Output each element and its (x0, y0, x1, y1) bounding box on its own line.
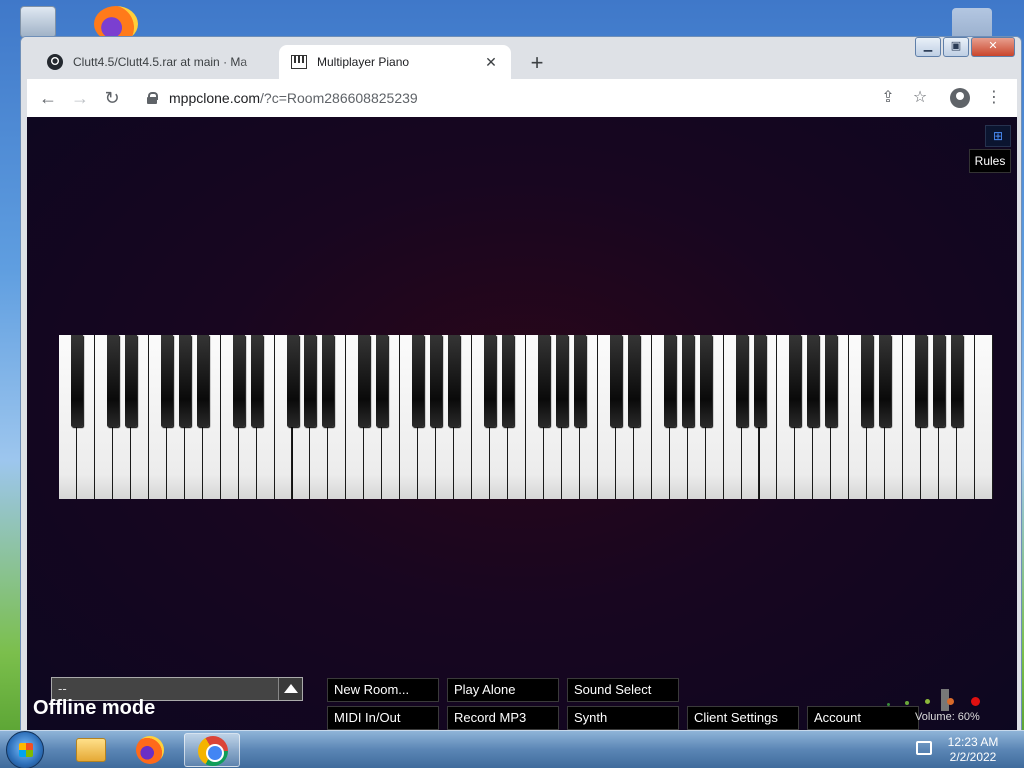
black-key[interactable] (322, 335, 335, 427)
black-key[interactable] (178, 335, 191, 427)
menu-kebab-icon[interactable]: ⋮ (981, 85, 1007, 111)
black-key[interactable] (861, 335, 874, 427)
black-key[interactable] (160, 335, 173, 427)
piano-keyboard[interactable] (59, 335, 993, 499)
browser-window: Clutt4.5/Clutt4.5.rar at main · Ma Multi… (20, 36, 1022, 732)
record-mp3-button[interactable]: Record MP3 (447, 706, 559, 730)
status-text: Offline mode (33, 697, 156, 719)
taskbar-explorer[interactable] (60, 733, 116, 767)
black-key[interactable] (555, 335, 568, 427)
translate-icon[interactable]: ⊞ (985, 125, 1011, 147)
profile-icon[interactable] (947, 85, 973, 111)
start-button[interactable] (6, 731, 44, 768)
taskbar: 12:23 AM 2/2/2022 (0, 730, 1024, 768)
black-key[interactable] (915, 335, 928, 427)
tab-multiplayer-piano[interactable]: Multiplayer Piano ✕ (279, 45, 511, 79)
black-key[interactable] (502, 335, 515, 427)
url-host: mppclone.com (169, 90, 261, 106)
network-icon[interactable] (916, 741, 932, 755)
volume-dot (925, 699, 930, 704)
black-key[interactable] (286, 335, 299, 427)
volume-label: Volume: 60% (915, 711, 980, 723)
taskbar-firefox[interactable] (122, 733, 178, 767)
black-key[interactable] (807, 335, 820, 427)
black-key[interactable] (196, 335, 209, 427)
firefox-icon (136, 736, 164, 764)
system-clock[interactable]: 12:23 AM 2/2/2022 (942, 735, 1004, 765)
black-key[interactable] (106, 335, 119, 427)
black-key[interactable] (699, 335, 712, 427)
recycle-bin-icon[interactable] (20, 6, 56, 38)
black-key[interactable] (448, 335, 461, 427)
maximize-button[interactable]: ▣ (943, 37, 969, 57)
close-tab-icon[interactable]: ✕ (483, 54, 499, 71)
tab-title: Clutt4.5/Clutt4.5.rar at main · Ma (73, 55, 248, 69)
url-path: /?c=Room286608825239 (260, 90, 418, 106)
black-key[interactable] (753, 335, 766, 427)
chat-select-value: -- (58, 681, 67, 696)
volume-dot (887, 703, 890, 706)
black-key[interactable] (304, 335, 317, 427)
explorer-icon (76, 738, 106, 762)
client-settings-button[interactable]: Client Settings (687, 706, 799, 730)
black-key[interactable] (358, 335, 371, 427)
black-key[interactable] (681, 335, 694, 427)
new-room-button[interactable]: New Room... (327, 678, 439, 702)
black-key[interactable] (879, 335, 892, 427)
lock-icon[interactable] (147, 92, 158, 104)
white-key[interactable] (975, 335, 993, 499)
black-key[interactable] (573, 335, 586, 427)
piano-page: ⊞ Rules -- Offline mode New Room... Play… (27, 117, 1017, 731)
forward-icon[interactable]: → (67, 85, 93, 111)
github-icon (47, 54, 63, 70)
close-window-button[interactable]: ✕ (971, 37, 1015, 57)
black-key[interactable] (412, 335, 425, 427)
midi-in-out-button[interactable]: MIDI In/Out (327, 706, 439, 730)
black-key[interactable] (825, 335, 838, 427)
account-button[interactable]: Account (807, 706, 919, 730)
volume-dot (947, 698, 954, 705)
address-bar[interactable]: mppclone.com/?c=Room286608825239 (137, 84, 917, 112)
reload-icon[interactable]: ↻ (99, 85, 125, 111)
taskbar-chrome[interactable] (184, 733, 240, 767)
windows-logo-icon (19, 743, 33, 757)
chevron-up-icon[interactable] (278, 678, 302, 700)
black-key[interactable] (250, 335, 263, 427)
black-key[interactable] (232, 335, 245, 427)
clock-time: 12:23 AM (947, 735, 999, 749)
black-key[interactable] (430, 335, 443, 427)
black-key[interactable] (124, 335, 137, 427)
play-alone-button[interactable]: Play Alone (447, 678, 559, 702)
sound-select-button[interactable]: Sound Select (567, 678, 679, 702)
black-key[interactable] (627, 335, 640, 427)
browser-toolbar: ← → ↻ mppclone.com/?c=Room286608825239 ⇪… (27, 79, 1017, 117)
rules-button[interactable]: Rules (969, 149, 1011, 173)
tab-github[interactable]: Clutt4.5/Clutt4.5.rar at main · Ma (35, 45, 281, 79)
volume-dot (971, 697, 980, 706)
volume-dot (905, 701, 909, 705)
minimize-button[interactable]: ▁ (915, 37, 941, 57)
bookmark-star-icon[interactable]: ☆ (907, 85, 933, 111)
black-key[interactable] (609, 335, 622, 427)
black-key[interactable] (484, 335, 497, 427)
window-controls: ▁ ▣ ✕ (915, 37, 1015, 57)
synth-button[interactable]: Synth (567, 706, 679, 730)
black-key[interactable] (663, 335, 676, 427)
tab-title: Multiplayer Piano (317, 55, 410, 69)
clock-date: 2/2/2022 (949, 750, 997, 764)
black-key[interactable] (933, 335, 946, 427)
new-tab-button[interactable]: + (523, 50, 551, 78)
share-icon[interactable]: ⇪ (875, 85, 901, 111)
black-key[interactable] (735, 335, 748, 427)
black-key[interactable] (70, 335, 83, 427)
black-key[interactable] (951, 335, 964, 427)
tab-strip: Clutt4.5/Clutt4.5.rar at main · Ma Multi… (21, 37, 1021, 79)
piano-icon (291, 54, 307, 70)
black-key[interactable] (537, 335, 550, 427)
back-icon[interactable]: ← (35, 85, 61, 111)
black-key[interactable] (789, 335, 802, 427)
black-key[interactable] (376, 335, 389, 427)
chrome-icon (198, 736, 228, 766)
